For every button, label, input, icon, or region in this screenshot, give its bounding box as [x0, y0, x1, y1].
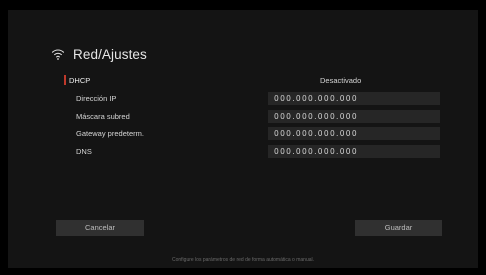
header: Red/Ajustes: [51, 44, 147, 64]
gateway-row: Gateway predeterm. 000.000.000.000: [64, 127, 442, 140]
subnet-mask-row: Máscara subred 000.000.000.000: [64, 110, 442, 123]
subnet-mask-label: Máscara subred: [76, 112, 130, 121]
dns-field[interactable]: 000.000.000.000: [268, 145, 440, 158]
dns-label: DNS: [76, 147, 92, 156]
wifi-icon: [51, 49, 65, 60]
subnet-mask-field[interactable]: 000.000.000.000: [268, 110, 440, 123]
gateway-field[interactable]: 000.000.000.000: [268, 127, 440, 140]
dhcp-label: DHCP: [69, 76, 91, 85]
save-button[interactable]: Guardar: [355, 220, 442, 236]
help-text: Configure los parámetros de red de forma…: [171, 257, 315, 263]
screen: Red/Ajustes DHCP Desactivado Dirección I…: [0, 0, 486, 275]
ip-address-field[interactable]: 000.000.000.000: [268, 92, 440, 105]
ip-address-label: Dirección IP: [76, 94, 117, 103]
dns-row: DNS 000.000.000.000: [64, 145, 442, 158]
ip-address-row: Dirección IP 000.000.000.000: [64, 92, 442, 105]
gateway-label: Gateway predeterm.: [76, 129, 144, 138]
dhcp-value[interactable]: Desactivado: [320, 74, 361, 87]
cancel-button[interactable]: Cancelar: [56, 220, 144, 236]
dhcp-row[interactable]: DHCP Desactivado: [64, 74, 442, 87]
page-title: Red/Ajustes: [73, 46, 147, 62]
